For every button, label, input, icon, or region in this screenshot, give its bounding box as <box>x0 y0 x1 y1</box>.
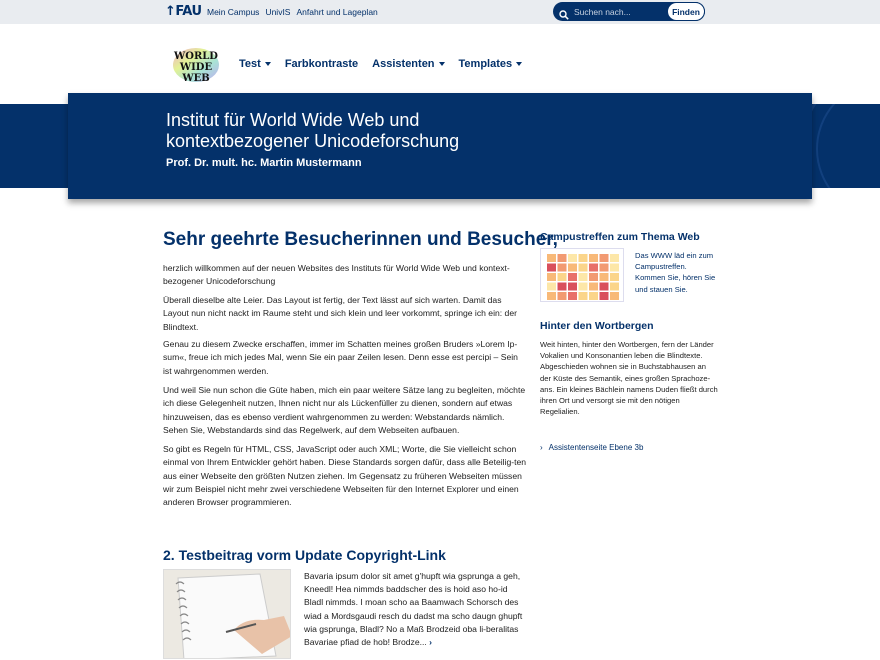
calendar-cell <box>547 254 556 262</box>
body-paragraph: Und weil Sie nun schon die Güte haben, m… <box>163 385 526 435</box>
calendar-cell <box>578 273 588 281</box>
calendar-cell <box>610 254 619 262</box>
nav-item-farbkontraste[interactable]: Farbkontraste <box>285 58 358 70</box>
event-teaser-text[interactable]: Das WWW läd ein zum Campustreffen. Komme… <box>635 250 717 295</box>
calendar-cell <box>568 254 577 262</box>
nav-label: Test <box>239 58 261 70</box>
calendar-image[interactable] <box>540 248 624 302</box>
search-icon <box>559 7 569 20</box>
calendar-cell <box>547 292 556 300</box>
calendar-cell <box>589 282 598 291</box>
calendar-cell <box>589 263 598 272</box>
post-thumbnail-image[interactable] <box>163 569 291 659</box>
calendar-cell <box>610 273 619 281</box>
calendar-cell <box>610 282 619 291</box>
calendar-cell <box>578 263 588 272</box>
calendar-cell <box>610 292 619 300</box>
sidebar-widget-title: Hinter den Wortbergen <box>540 320 654 332</box>
nav-item-test[interactable]: Test <box>239 58 271 70</box>
calendar-cell <box>599 282 609 291</box>
calendar-cell <box>589 273 598 281</box>
nav-label: Assistenten <box>372 58 435 70</box>
sidebar-text: Weit hinten, hinter den Wortbergen, fern… <box>540 340 718 417</box>
caret-down-icon <box>264 62 271 66</box>
calendar-cell <box>578 282 588 291</box>
nav-item-templates[interactable]: Templates <box>459 58 523 70</box>
site-logo[interactable]: WORLD WIDE WEB <box>168 44 224 86</box>
intro-paragraph: herzlich willkommen auf der neuen Websit… <box>163 263 510 287</box>
calendar-cell <box>568 282 577 291</box>
main-nav: Test Farbkontraste Assistenten Templates <box>239 58 523 70</box>
university-seal-inner-ring <box>816 104 880 188</box>
caret-down-icon <box>438 62 445 66</box>
calendar-cell <box>578 292 588 300</box>
search-bar: Finden <box>553 2 705 21</box>
nav-label: Farbkontraste <box>284 58 359 70</box>
calendar-cell <box>557 273 567 281</box>
calendar-cell <box>599 292 609 300</box>
top-link-anfahrt[interactable]: Anfahrt und Lageplan <box>296 7 377 17</box>
top-links: Mein Campus UnivIS Anfahrt und Lageplan <box>207 7 378 17</box>
nav-label: Templates <box>458 58 513 70</box>
up-arrow-icon: ↑ <box>165 4 176 19</box>
sidebar-widget-title: Campustreffen zum Thema Web <box>540 231 700 243</box>
nav-item-assistenten[interactable]: Assistenten <box>372 58 445 70</box>
calendar-cell <box>599 254 609 262</box>
calendar-cell <box>599 273 609 281</box>
body-paragraph: Genau zu diesem Zwecke erschaffen, immer… <box>163 339 518 376</box>
body-paragraph: Überall dieselbe alte Leier. Das Layout … <box>163 295 517 332</box>
calendar-cell <box>568 263 577 272</box>
calendar-cell <box>557 254 567 262</box>
post-teaser: Bavaria ipsum dolor sit amet g'hupft wia… <box>304 570 526 649</box>
calendar-cell <box>589 254 598 262</box>
post-teaser-text: Bavaria ipsum dolor sit amet g'hupft wia… <box>304 571 523 648</box>
top-bar: ↑FAU Mein Campus UnivIS Anfahrt und Lage… <box>0 0 880 24</box>
calendar-cell <box>547 282 556 291</box>
logo-word-world: WORLD <box>173 51 218 62</box>
search-input[interactable] <box>574 6 669 17</box>
top-link-mein-campus[interactable]: Mein Campus <box>207 7 259 17</box>
caret-down-icon <box>516 62 523 66</box>
top-link-univis[interactable]: UnivIS <box>265 7 290 17</box>
search-button[interactable]: Finden <box>667 2 705 21</box>
hero-subtitle: Prof. Dr. mult. hc. Martin Mustermann <box>166 157 362 169</box>
calendar-cell <box>578 254 588 262</box>
calendar-cell <box>547 273 556 281</box>
logo-word-web: WEB <box>181 73 209 84</box>
calendar-cell <box>547 263 556 272</box>
calendar-cell <box>589 292 598 300</box>
calendar-cell <box>599 263 609 272</box>
calendar-cell <box>610 263 619 272</box>
fau-logo[interactable]: ↑FAU <box>165 4 202 19</box>
calendar-cell <box>557 282 567 291</box>
calendar-cell <box>557 263 567 272</box>
read-more-arrow-icon[interactable]: › <box>429 637 432 647</box>
chevron-right-icon: › <box>540 443 543 452</box>
body-paragraph: So gibt es Regeln für HTML, CSS, JavaScr… <box>163 444 527 508</box>
calendar-cell <box>568 273 577 281</box>
page-heading: Sehr geehrte Besucherinnen und Besucher, <box>163 229 558 250</box>
fau-logo-text: FAU <box>175 4 202 19</box>
post-title[interactable]: 2. Testbeitrag vorm Update Copyright-Lin… <box>163 547 446 563</box>
sidebar-link-label: Assistentenseite Ebene 3b <box>548 443 644 452</box>
logo-word-wide: WIDE <box>179 62 213 73</box>
calendar-cell <box>557 292 567 300</box>
calendar-cell <box>568 292 577 300</box>
hero-title: Institut für World Wide Web und kontextb… <box>166 110 460 151</box>
sidebar-link-assistentenseite[interactable]: › Assistentenseite Ebene 3b <box>540 443 643 452</box>
